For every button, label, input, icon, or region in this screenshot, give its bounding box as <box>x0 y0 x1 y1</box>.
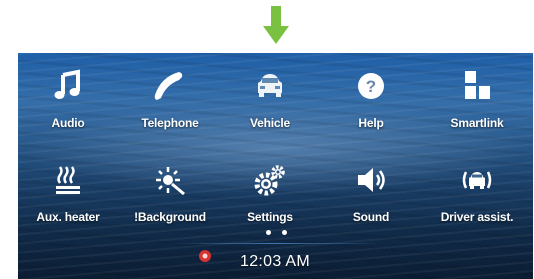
status-bar: 12:03 AM <box>18 245 533 279</box>
tile-audio[interactable]: Audio <box>18 63 118 143</box>
car-icon <box>258 74 282 97</box>
page-dot-active <box>266 230 271 235</box>
help-circle-icon: ? <box>358 73 384 99</box>
phone-handset-icon <box>154 72 183 100</box>
tile-driver-assist[interactable]: Driver assist. <box>427 157 527 237</box>
infotainment-screen: Audio Telephone Vehicle ? Help Smartlink… <box>18 53 533 279</box>
page-dot <box>282 230 287 235</box>
clock: 12:03 AM <box>240 253 311 270</box>
svg-text:?: ? <box>366 77 376 96</box>
tile-telephone[interactable]: Telephone <box>120 63 220 143</box>
tile-background[interactable]: !Background <box>120 157 220 237</box>
driver-assist-car-icon <box>462 171 492 189</box>
brightness-tool-icon <box>156 167 185 196</box>
tile-label: Help <box>358 116 384 130</box>
page-indicator[interactable] <box>266 230 296 238</box>
gears-icon <box>254 165 285 196</box>
tile-sound[interactable]: Sound <box>321 157 421 237</box>
heater-icon <box>56 166 80 194</box>
tile-label: Smartlink <box>450 116 504 130</box>
tile-label: Sound <box>352 210 390 224</box>
smartlink-grid-icon <box>465 71 490 99</box>
tile-aux-heater[interactable]: Aux. heater <box>18 157 118 237</box>
tile-label: Driver assist. <box>440 210 514 224</box>
notification-icon[interactable] <box>198 249 212 263</box>
tile-vehicle[interactable]: Vehicle <box>220 63 320 143</box>
tile-help[interactable]: ? Help <box>321 63 421 143</box>
divider <box>168 243 383 244</box>
tile-smartlink[interactable]: Smartlink <box>427 63 527 143</box>
down-arrow-indicator-icon <box>263 6 289 44</box>
tile-settings[interactable]: Settings <box>220 157 320 237</box>
music-note-icon <box>54 69 80 99</box>
speaker-icon <box>358 168 385 192</box>
